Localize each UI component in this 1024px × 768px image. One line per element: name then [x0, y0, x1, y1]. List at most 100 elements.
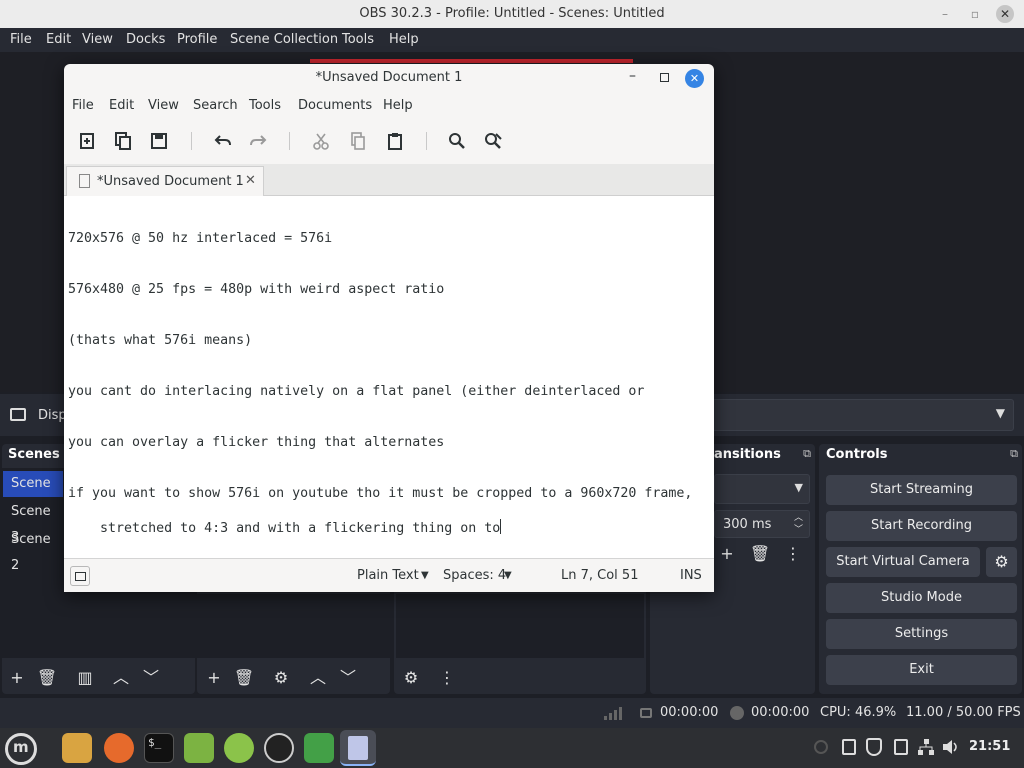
- remove-scene-button[interactable]: 🗑: [34, 666, 60, 690]
- mint-menu-icon[interactable]: m: [5, 733, 37, 765]
- start-recording-button[interactable]: Start Recording: [826, 511, 1017, 541]
- terminal-icon[interactable]: $_: [144, 733, 174, 763]
- duration-value: 300 ms: [723, 517, 772, 532]
- text-line: (thats what 576i means): [68, 333, 253, 348]
- menu-tools[interactable]: Tools: [342, 32, 374, 47]
- close-tab-icon[interactable]: ✕: [245, 173, 256, 188]
- scene-filters-button[interactable]: ▥: [72, 666, 98, 690]
- menu-help[interactable]: Help: [389, 32, 419, 47]
- exit-button[interactable]: Exit: [826, 655, 1017, 685]
- start-streaming-button[interactable]: Start Streaming: [826, 475, 1017, 505]
- display-select[interactable]: ▼: [712, 399, 1014, 431]
- move-source-up-button[interactable]: ︿: [305, 666, 331, 690]
- spreadsheet-icon[interactable]: [224, 733, 254, 763]
- menu-profile[interactable]: Profile: [177, 32, 217, 47]
- menu-docks[interactable]: Docks: [126, 32, 165, 47]
- editor-menu-view[interactable]: View: [148, 98, 179, 113]
- audio-settings-button[interactable]: ⚙: [398, 666, 424, 690]
- editor-menu-search[interactable]: Search: [193, 98, 238, 113]
- remove-transition-button[interactable]: 🗑: [747, 542, 773, 566]
- editor-menu-documents[interactable]: Documents: [298, 98, 372, 113]
- editor-menu-file[interactable]: File: [72, 98, 94, 113]
- stream-status-icon: [640, 708, 652, 718]
- add-transition-button[interactable]: +: [714, 542, 740, 566]
- clipboard-icon[interactable]: [842, 739, 856, 755]
- menu-edit[interactable]: Edit: [46, 32, 71, 47]
- find-replace-icon[interactable]: [482, 130, 504, 152]
- update-shield-icon[interactable]: [866, 738, 882, 756]
- search-icon[interactable]: [446, 130, 468, 152]
- chevron-down-icon[interactable]: ▼: [421, 570, 429, 581]
- obs-title-bar: OBS 30.2.3 - Profile: Untitled - Scenes:…: [0, 0, 1024, 28]
- notes-icon[interactable]: [894, 739, 908, 755]
- close-icon[interactable]: ✕: [996, 5, 1014, 23]
- move-scene-down-button[interactable]: ﹀: [138, 666, 164, 690]
- add-source-button[interactable]: +: [201, 666, 227, 690]
- move-scene-up-button[interactable]: ︿: [108, 666, 134, 690]
- menu-file[interactable]: File: [10, 32, 32, 47]
- copy-icon[interactable]: [347, 130, 369, 152]
- duration-stepper[interactable]: ︿ ﹀: [794, 512, 803, 536]
- editor-menu-edit[interactable]: Edit: [109, 98, 134, 113]
- text-area[interactable]: 720x576 @ 50 hz interlaced = 576i 576x48…: [64, 196, 714, 558]
- clock[interactable]: 21:51: [969, 739, 1010, 754]
- side-panel-icon: [75, 572, 86, 581]
- duration-field[interactable]: 300 ms ︿ ﹀: [714, 510, 810, 538]
- maximize-icon[interactable]: ▫: [966, 5, 984, 23]
- scene-item-scene[interactable]: Scene: [3, 471, 63, 497]
- transition-select[interactable]: ▼: [714, 474, 810, 504]
- maximize-icon[interactable]: [660, 73, 669, 82]
- firefox-icon[interactable]: [104, 733, 134, 763]
- scene-item-scene-2[interactable]: Scene 2: [3, 527, 63, 573]
- text-line: you cant do interlacing natively on a fl…: [68, 384, 645, 399]
- save-icon[interactable]: [148, 130, 170, 152]
- transition-more-button[interactable]: ⋮: [780, 542, 806, 566]
- undo-icon[interactable]: [212, 130, 234, 152]
- scene-item-scene-3[interactable]: Scene 3: [3, 499, 63, 545]
- cut-icon[interactable]: [310, 130, 332, 152]
- redo-icon[interactable]: [247, 130, 269, 152]
- file-manager-icon[interactable]: [62, 733, 92, 763]
- open-document-icon[interactable]: [112, 130, 134, 152]
- document-icon: [79, 174, 90, 188]
- network-signal-icon: [604, 706, 622, 720]
- cpu-usage: CPU: 46.9%: [820, 705, 897, 720]
- menu-scene-collection[interactable]: Scene Collection: [230, 32, 338, 47]
- move-source-down-button[interactable]: ﹀: [335, 666, 361, 690]
- undock-icon[interactable]: ⧉: [1010, 447, 1018, 461]
- undock-icon[interactable]: ⧉: [803, 447, 811, 461]
- obs-menu-bar: File Edit View Docks Profile Scene Colle…: [0, 28, 1024, 52]
- transitions-dock-title: ansitions: [714, 447, 781, 462]
- shield-icon[interactable]: [304, 733, 334, 763]
- studio-mode-button[interactable]: Studio Mode: [826, 583, 1017, 613]
- chevron-down-icon[interactable]: ▼: [504, 570, 512, 581]
- minimize-icon[interactable]: –: [936, 5, 954, 23]
- volume-icon[interactable]: [942, 739, 960, 755]
- editor-menu-help[interactable]: Help: [383, 98, 413, 113]
- no-network-icon[interactable]: [814, 740, 828, 754]
- source-properties-button[interactable]: ⚙: [268, 666, 294, 690]
- editor-window-title: *Unsaved Document 1: [315, 70, 463, 85]
- menu-view[interactable]: View: [82, 32, 113, 47]
- new-document-icon[interactable]: [76, 130, 98, 152]
- spaces-selector[interactable]: Spaces: 4: [443, 568, 506, 583]
- close-icon[interactable]: ✕: [685, 69, 704, 88]
- text-line: you can overlay a flicker thing that alt…: [68, 435, 445, 450]
- start-virtual-camera-button[interactable]: Start Virtual Camera: [826, 547, 980, 577]
- remove-source-button[interactable]: 🗑: [231, 666, 257, 690]
- network-icon[interactable]: [918, 739, 934, 755]
- minimize-icon[interactable]: –: [629, 68, 636, 84]
- document-tab[interactable]: *Unsaved Document 1 ✕: [66, 166, 264, 196]
- add-scene-button[interactable]: +: [4, 666, 30, 690]
- syntax-selector[interactable]: Plain Text: [357, 568, 419, 583]
- settings-button[interactable]: Settings: [826, 619, 1017, 649]
- paste-icon[interactable]: [384, 130, 406, 152]
- editor-menu-tools[interactable]: Tools: [249, 98, 281, 113]
- obs-studio-icon[interactable]: [264, 733, 294, 763]
- text-line: 720x576 @ 50 hz interlaced = 576i: [68, 231, 333, 246]
- virtual-camera-settings-icon[interactable]: ⚙: [986, 547, 1017, 577]
- audio-more-button[interactable]: ⋮: [434, 666, 460, 690]
- text-editor-taskbar-item[interactable]: [340, 730, 376, 766]
- side-panel-toggle[interactable]: [70, 566, 90, 586]
- software-manager-icon[interactable]: [184, 733, 214, 763]
